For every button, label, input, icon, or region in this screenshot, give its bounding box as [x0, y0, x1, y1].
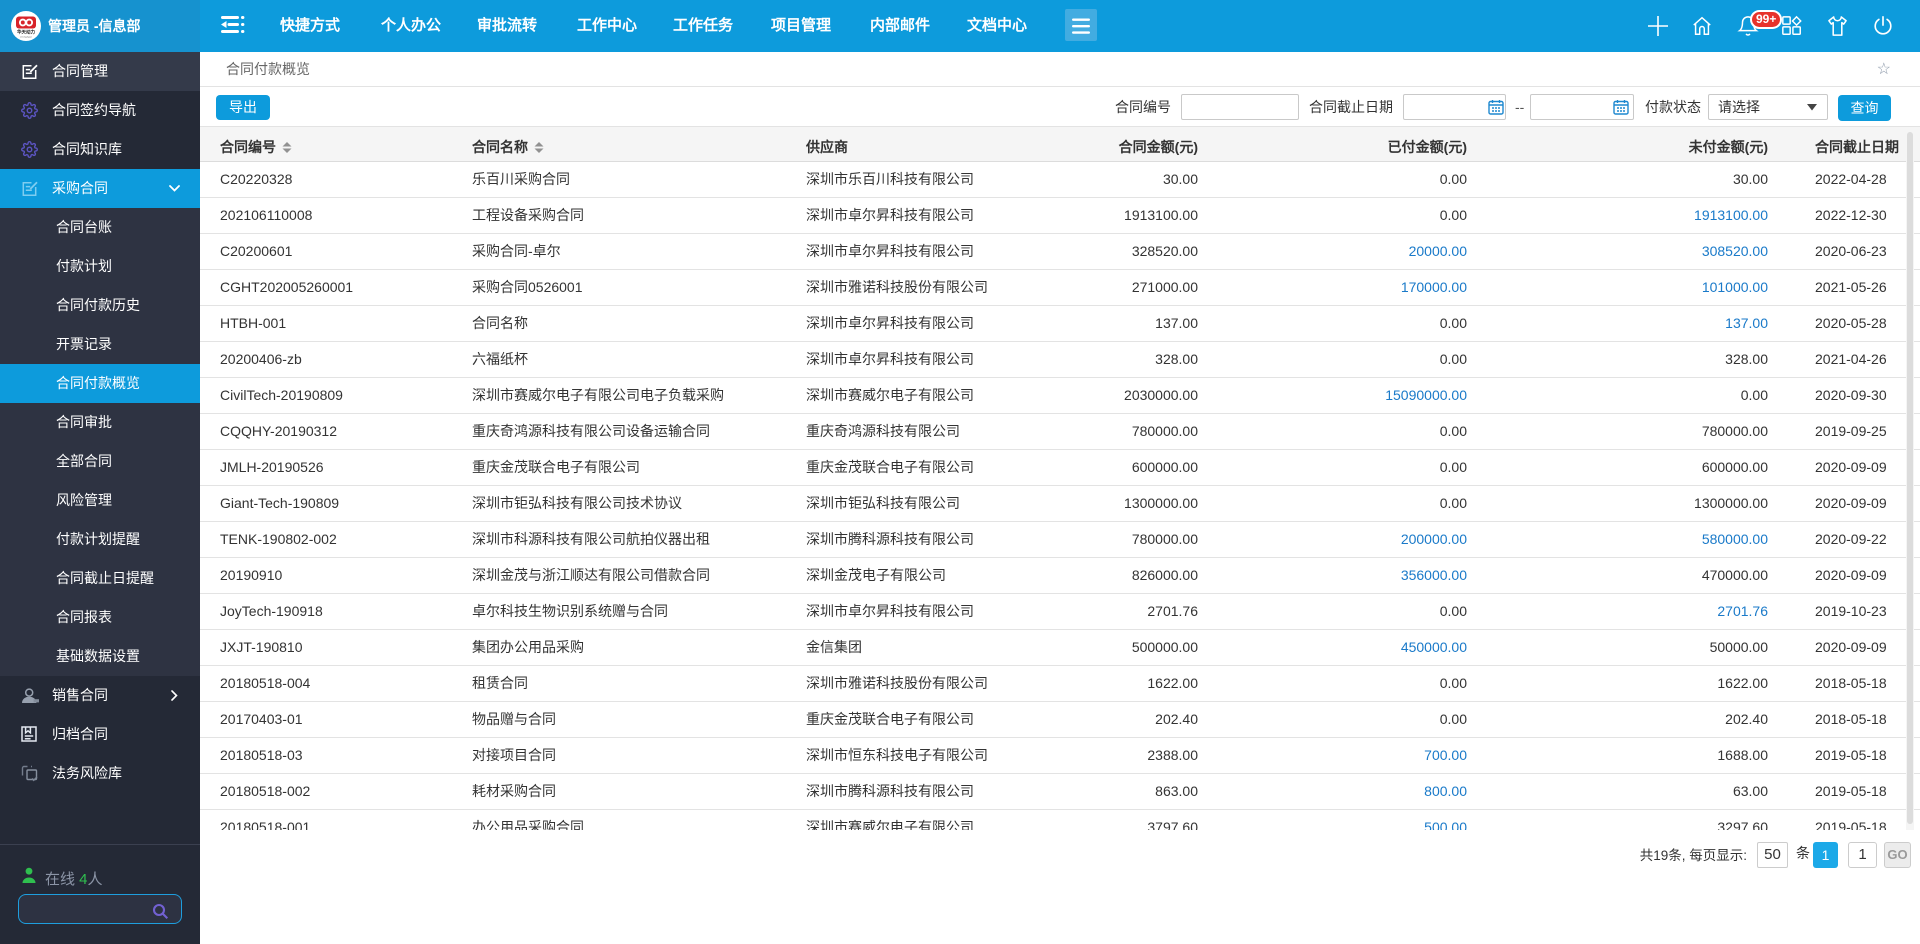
svg-text:POWER: POWER — [20, 35, 32, 39]
